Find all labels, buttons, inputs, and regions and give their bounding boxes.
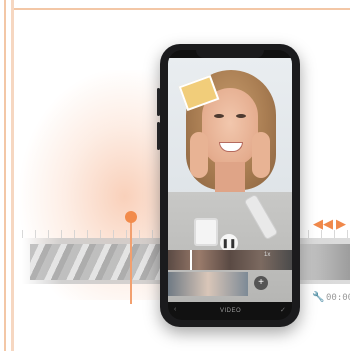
playhead-handle[interactable]: [125, 211, 137, 223]
model-eye: [214, 114, 224, 118]
frame-left-line: [4, 0, 6, 351]
timecode: 00:00: [326, 293, 350, 303]
play-icon[interactable]: ▶: [336, 216, 346, 232]
cream-jar-sticker[interactable]: [194, 218, 218, 246]
phone-timeline-strip[interactable]: [168, 250, 292, 270]
phone-clip-thumbnail[interactable]: [168, 272, 248, 296]
timeline-clip-right[interactable]: [298, 244, 350, 280]
wrench-icon[interactable]: 🔧: [312, 292, 324, 303]
back-icon[interactable]: ‹: [174, 306, 176, 313]
frame-left-line-inner: [11, 0, 14, 351]
phone-playhead[interactable]: [190, 250, 192, 270]
playhead-line[interactable]: [130, 218, 132, 304]
model-eye: [236, 114, 246, 118]
rewind-icon[interactable]: ◀◀: [313, 216, 333, 232]
hero-illustration: ◀◀ ▶ 🔧 00:00 ❚❚ 1x + ‹ VIDEO ✓: [0, 0, 350, 351]
phone-notch: [196, 48, 264, 58]
frame-top-line: [14, 8, 350, 10]
plus-icon[interactable]: +: [254, 276, 268, 290]
model-hand: [190, 132, 208, 178]
check-icon[interactable]: ✓: [280, 306, 286, 314]
phone-screen: ❚❚ 1x + ‹ VIDEO ✓: [168, 50, 292, 320]
model-hand: [252, 132, 270, 178]
speed-badge: 1x: [264, 252, 271, 258]
timeline-clip-thumbnails[interactable]: [30, 244, 160, 280]
bottom-tab-label[interactable]: VIDEO: [220, 308, 241, 314]
